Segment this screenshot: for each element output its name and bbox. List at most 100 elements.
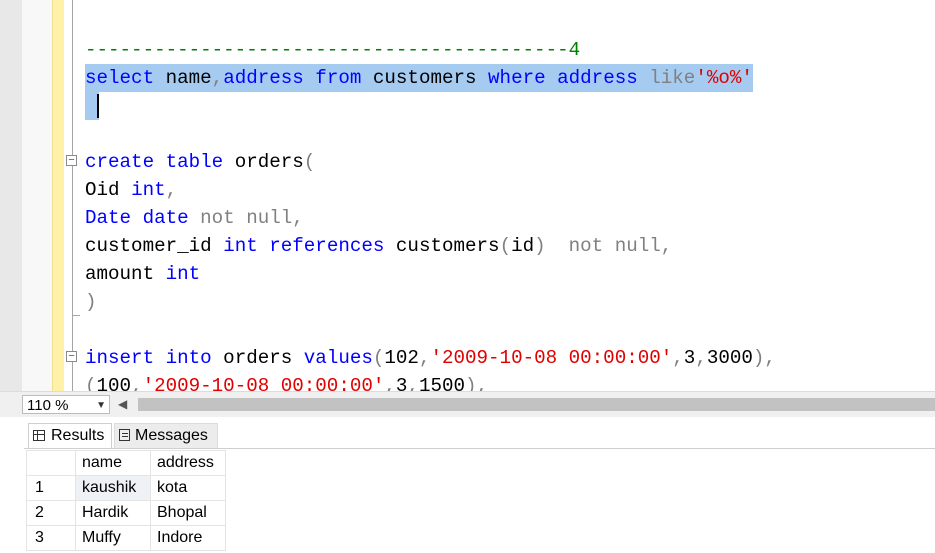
code-line[interactable]: insert into orders values(102,'2009-10-0…: [85, 344, 776, 372]
code-token: id: [511, 235, 535, 257]
collapse-insert-icon[interactable]: −: [66, 351, 77, 363]
code-token: into: [165, 347, 212, 369]
code-token: (: [499, 235, 512, 257]
grid-cell-address[interactable]: Indore: [150, 525, 226, 551]
code-line[interactable]: amount int: [85, 260, 200, 288]
code-token: '%o%': [695, 67, 753, 89]
outline-fold-line: [72, 0, 73, 391]
code-line[interactable]: customer_id int references customers(id)…: [85, 232, 672, 260]
code-token: ----------------------------------------…: [85, 39, 581, 61]
code-token: ): [85, 291, 97, 313]
tab-results[interactable]: Results: [28, 423, 112, 449]
code-token: 100: [96, 375, 132, 391]
tab-messages[interactable]: Messages: [114, 423, 218, 449]
grid-cell-name[interactable]: Muffy: [75, 525, 151, 551]
code-line[interactable]: ): [85, 288, 97, 316]
code-token: date: [142, 207, 189, 229]
collapse-create-table-icon[interactable]: −: [66, 155, 77, 167]
code-token: 102: [384, 347, 419, 369]
code-token: customers: [361, 67, 489, 89]
code-token: 3: [395, 375, 408, 391]
table-row: 1 kaushik kota: [26, 475, 226, 501]
scroll-left-arrow-icon[interactable]: ◀: [118, 397, 127, 411]
code-token: ),: [752, 347, 776, 369]
table-row: 2 Hardik Bhopal: [26, 500, 226, 526]
code-token: name: [154, 67, 212, 89]
code-token: address: [223, 67, 304, 89]
code-token: references: [269, 235, 385, 257]
code-token: orders: [223, 151, 304, 173]
row-number[interactable]: 3: [26, 525, 76, 551]
messages-icon: [119, 429, 130, 441]
editor-statusbar: 110 % ▼ ◀: [0, 391, 935, 417]
code-token: int: [223, 235, 258, 257]
grid-header-row: name address: [26, 450, 226, 476]
grid-cell-address[interactable]: kota: [150, 475, 226, 501]
code-line[interactable]: (100,'2009-10-08 00:00:00',3,1500),: [85, 372, 488, 391]
code-token: ) not null,: [534, 235, 673, 257]
code-token: 3: [683, 347, 696, 369]
code-token: ,: [165, 179, 178, 201]
code-token: amount: [85, 263, 166, 285]
chevron-down-icon: ▼: [96, 400, 106, 411]
query-editor[interactable]: ----------------------------------------…: [0, 0, 935, 391]
horizontal-scrollbar-thumb[interactable]: [138, 398, 935, 411]
results-panel: Results Messages name address 1 kaushik …: [0, 417, 935, 553]
code-token: create: [85, 151, 155, 173]
line-margin: [22, 0, 52, 391]
row-number[interactable]: 1: [26, 475, 76, 501]
fold-end-marker: [72, 315, 80, 316]
code-line-selected[interactable]: select name,address from customers where…: [85, 64, 753, 92]
code-token: int: [165, 263, 201, 285]
code-token: from: [303, 67, 362, 89]
grid-icon: [33, 430, 45, 441]
zoom-value: 110 %: [27, 397, 69, 414]
grid-cell-name[interactable]: Hardik: [75, 500, 151, 526]
row-number-header[interactable]: [26, 450, 76, 476]
editor-gutter: [0, 0, 22, 391]
column-header-address[interactable]: address: [150, 450, 226, 476]
column-header-name[interactable]: name: [75, 450, 151, 476]
grid-cell-address[interactable]: Bhopal: [150, 500, 226, 526]
code-token: (: [303, 151, 316, 173]
code-line[interactable]: Oid int,: [85, 176, 177, 204]
code-token: values: [303, 347, 373, 369]
code-token: ,: [672, 347, 684, 369]
code-token: ,: [384, 375, 396, 391]
code-token: select: [85, 67, 155, 89]
code-token: 1500: [418, 375, 465, 391]
code-token: ,: [131, 375, 143, 391]
code-token: ,: [695, 347, 707, 369]
code-line[interactable]: Date date not null,: [85, 204, 304, 232]
code-token: not null,: [188, 207, 304, 229]
code-token: ,: [407, 375, 419, 391]
change-tracking-bar: [52, 0, 64, 391]
code-token: where: [488, 67, 546, 89]
code-token: ,: [211, 67, 224, 89]
code-token: orders: [211, 347, 304, 369]
tab-results-label: Results: [51, 427, 105, 444]
code-line[interactable]: create table orders(: [85, 148, 315, 176]
code-line[interactable]: ----------------------------------------…: [85, 36, 580, 64]
table-row: 3 Muffy Indore: [26, 525, 226, 551]
code-token: 3000: [706, 347, 753, 369]
code-token: (: [372, 347, 385, 369]
text-caret: [97, 94, 99, 118]
zoom-dropdown[interactable]: 110 % ▼: [22, 395, 110, 414]
code-token: '2009-10-08 00:00:00': [430, 347, 673, 369]
row-number[interactable]: 2: [26, 500, 76, 526]
code-token: insert: [85, 347, 155, 369]
grid-cell-name[interactable]: kaushik: [75, 475, 151, 501]
results-grid[interactable]: name address 1 kaushik kota 2 Hardik Bho…: [26, 450, 226, 551]
code-token: (: [85, 375, 97, 391]
code-token: ,: [418, 347, 431, 369]
tab-messages-label: Messages: [135, 427, 208, 444]
code-token: table: [165, 151, 224, 173]
code-token: customers: [384, 235, 500, 257]
code-token: '2009-10-08 00:00:00': [142, 375, 385, 391]
code-token: Oid: [85, 179, 132, 201]
